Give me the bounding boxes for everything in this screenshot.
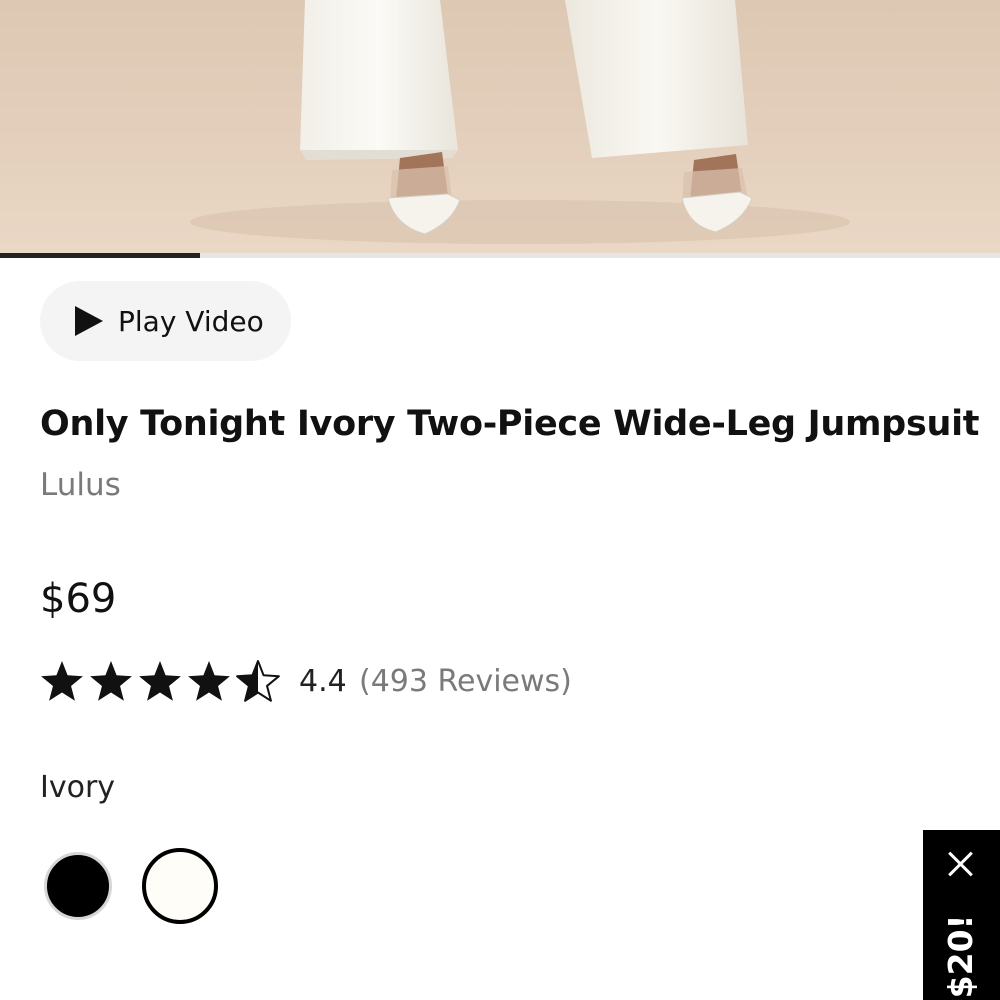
selected-color-label: Ivory <box>40 770 116 805</box>
star-icon <box>236 660 280 702</box>
star-icon <box>188 661 230 701</box>
gallery-progress-bar <box>0 253 200 258</box>
star-rating[interactable] <box>40 658 285 706</box>
play-video-label: Play Video <box>118 305 264 338</box>
color-swatch-black[interactable] <box>44 852 112 920</box>
star-icon <box>139 661 181 701</box>
product-image[interactable] <box>0 0 1000 254</box>
reviews-link[interactable]: (493 Reviews) <box>359 661 572 703</box>
product-title: Only Tonight Ivory Two-Piece Wide-Leg Ju… <box>40 404 980 444</box>
product-price: $69 <box>40 576 117 622</box>
star-icon <box>41 661 83 701</box>
brand-link[interactable]: Lulus <box>40 464 121 506</box>
promo-tab[interactable]: t $20! <box>923 830 1000 1000</box>
product-photo-illustration <box>190 0 850 244</box>
rating-value: 4.4 <box>299 664 347 699</box>
promo-text: t $20! <box>941 914 980 1000</box>
gallery-progress-track <box>0 253 1000 258</box>
star-icon <box>90 661 132 701</box>
close-icon[interactable] <box>940 844 980 884</box>
product-page: Play Video Only Tonight Ivory Two-Piece … <box>0 0 1000 1000</box>
color-swatch-ivory[interactable] <box>142 848 218 924</box>
play-icon <box>75 306 103 336</box>
